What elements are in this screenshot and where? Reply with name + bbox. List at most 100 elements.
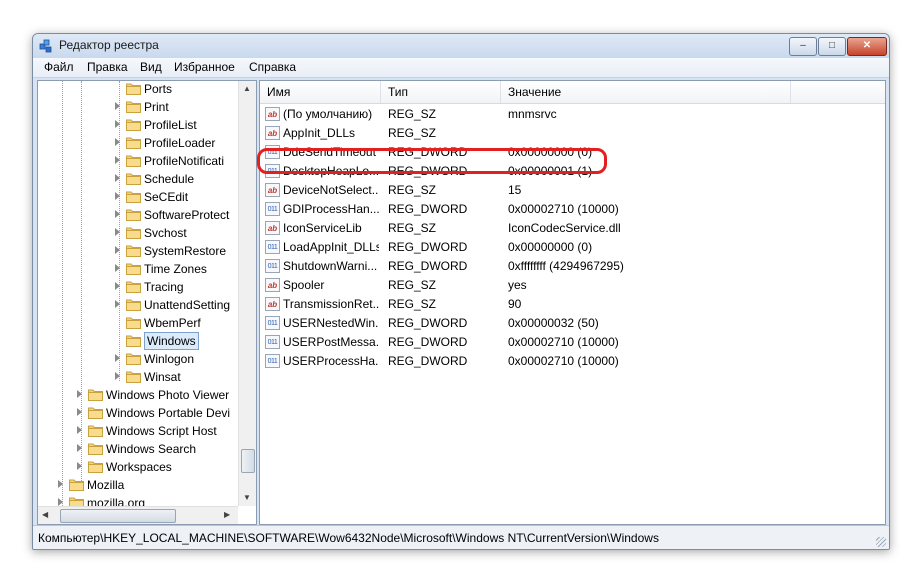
expand-arrow-icon[interactable] <box>115 156 120 164</box>
value-row[interactable]: 011 USERProcessHa... REG_DWORD 0x00002710 (… <box>260 352 885 371</box>
scroll-right-arrow-icon[interactable]: ▶ <box>224 510 230 519</box>
tree-item-label[interactable]: ProfileNotificati <box>144 154 224 168</box>
expand-arrow-icon[interactable] <box>115 192 120 200</box>
registry-editor-window: Редактор реестра – □ ✕ Файл Правка Вид И… <box>32 33 890 550</box>
window-title: Редактор реестра <box>59 38 159 52</box>
expand-arrow-icon[interactable] <box>115 228 120 236</box>
value-row[interactable]: ab Spooler REG_SZ yes <box>260 276 885 295</box>
close-button[interactable]: ✕ <box>847 37 887 56</box>
maximize-button[interactable]: □ <box>818 37 846 56</box>
expand-arrow-icon[interactable] <box>115 246 120 254</box>
expand-arrow-icon[interactable] <box>115 102 120 110</box>
value-data: IconCodecService.dll <box>508 221 621 235</box>
expand-arrow-icon[interactable] <box>115 174 120 182</box>
tree-item-label[interactable]: ProfileList <box>144 118 197 132</box>
tree-horizontal-scrollbar[interactable]: ◀ ▶ <box>38 506 238 524</box>
expand-arrow-icon[interactable] <box>58 498 63 506</box>
value-row[interactable]: 011 USERPostMessa... REG_DWORD 0x00002710 (… <box>260 333 885 352</box>
folder-icon <box>126 118 141 131</box>
tree-item-label[interactable]: Mozilla <box>87 478 124 492</box>
tree-item-label[interactable]: UnattendSetting <box>144 298 230 312</box>
column-divider[interactable] <box>790 81 791 103</box>
value-name: USERProcessHa... <box>283 354 379 368</box>
expand-arrow-icon[interactable] <box>58 480 63 488</box>
expand-arrow-icon[interactable] <box>115 264 120 272</box>
value-row[interactable]: 011 USERNestedWin... REG_DWORD 0x00000032 (… <box>260 314 885 333</box>
value-row[interactable]: ab TransmissionRet... REG_SZ 90 <box>260 295 885 314</box>
resize-grip-icon[interactable] <box>876 537 886 547</box>
title-bar[interactable]: Редактор реестра – □ ✕ <box>33 34 889 58</box>
tree-item-label[interactable]: Workspaces <box>106 460 172 474</box>
folder-icon <box>126 370 141 383</box>
tree-item-label[interactable]: Ports <box>144 82 172 96</box>
tree-item-label[interactable]: Schedule <box>144 172 194 186</box>
tree-item-label[interactable]: Tracing <box>144 280 184 294</box>
registry-path: Компьютер\HKEY_LOCAL_MACHINE\SOFTWARE\Wo… <box>38 531 659 545</box>
binary-value-icon: 011 <box>265 240 280 254</box>
tree-item-label[interactable]: Time Zones <box>144 262 207 276</box>
expand-arrow-icon[interactable] <box>77 462 82 470</box>
tree-item-label[interactable]: WbemPerf <box>144 316 201 330</box>
menu-favorites[interactable]: Избранное <box>174 60 235 74</box>
tree-item-label[interactable]: Windows Search <box>106 442 196 456</box>
minimize-button[interactable]: – <box>789 37 817 56</box>
menu-help[interactable]: Справка <box>249 60 296 74</box>
expand-arrow-icon[interactable] <box>77 444 82 452</box>
column-header-name[interactable]: Имя <box>267 85 290 99</box>
tree-item-label[interactable]: Winlogon <box>144 352 194 366</box>
registry-values-pane[interactable]: Имя Тип Значение ab (По умолчанию) REG_SZ m… <box>259 80 886 525</box>
tree-item-label[interactable]: Windows Photo Viewer <box>106 388 229 402</box>
expand-arrow-icon[interactable] <box>115 138 120 146</box>
tree-vertical-scrollbar[interactable]: ▲ ▼ <box>238 81 256 506</box>
column-divider[interactable] <box>500 81 501 103</box>
value-row[interactable]: ab (По умолчанию) REG_SZ mnmsrvc <box>260 105 885 124</box>
expand-arrow-icon[interactable] <box>115 372 120 380</box>
tree-item-label[interactable]: ProfileLoader <box>144 136 215 150</box>
expand-arrow-icon[interactable] <box>115 300 120 308</box>
column-header-type[interactable]: Тип <box>388 85 408 99</box>
tree-item-label[interactable]: Windows <box>144 332 199 350</box>
expand-arrow-icon[interactable] <box>115 210 120 218</box>
scroll-up-arrow-icon[interactable]: ▲ <box>243 84 251 93</box>
registry-tree-pane[interactable]: Ports Print ProfileList ProfileLoader Profil… <box>37 80 257 525</box>
expand-arrow-icon[interactable] <box>77 426 82 434</box>
expand-arrow-icon[interactable] <box>115 120 120 128</box>
menu-edit[interactable]: Правка <box>87 60 128 74</box>
tree-horizontal-scroll-thumb[interactable] <box>60 509 176 523</box>
value-row[interactable]: 011 GDIProcessHan... REG_DWORD 0x00002710 (… <box>260 200 885 219</box>
value-row[interactable]: ab DeviceNotSelect... REG_SZ 15 <box>260 181 885 200</box>
values-header: Имя Тип Значение <box>260 81 885 104</box>
tree-item-label[interactable]: Svchost <box>144 226 187 240</box>
column-header-data[interactable]: Значение <box>508 85 561 99</box>
binary-value-icon: 011 <box>265 335 280 349</box>
expand-arrow-icon[interactable] <box>115 354 120 362</box>
tree-item-label[interactable]: Windows Portable Devi <box>106 406 230 420</box>
value-type: REG_SZ <box>388 278 437 292</box>
value-data: 0x00002710 (10000) <box>508 354 619 368</box>
folder-icon <box>126 154 141 167</box>
value-row[interactable]: 011 ShutdownWarni... REG_DWORD 0xffffffff (… <box>260 257 885 276</box>
tree-item-label[interactable]: Print <box>144 100 169 114</box>
value-row[interactable]: ab IconServiceLib REG_SZ IconCodecService.d… <box>260 219 885 238</box>
scroll-left-arrow-icon[interactable]: ◀ <box>42 510 48 519</box>
value-row[interactable]: 011 LoadAppInit_DLLs REG_DWORD 0x00000000 (… <box>260 238 885 257</box>
tree-item-label[interactable]: Winsat <box>144 370 181 384</box>
folder-icon <box>126 190 141 203</box>
binary-value-icon: 011 <box>265 259 280 273</box>
menu-file[interactable]: Файл <box>44 60 74 74</box>
tree-item-label[interactable]: SoftwareProtect <box>144 208 229 222</box>
value-row[interactable]: ab AppInit_DLLs REG_SZ <box>260 124 885 143</box>
column-divider[interactable] <box>380 81 381 103</box>
folder-icon <box>88 406 103 419</box>
tree-item-label[interactable]: SystemRestore <box>144 244 226 258</box>
tree-item-label[interactable]: SeCEdit <box>144 190 188 204</box>
scroll-down-arrow-icon[interactable]: ▼ <box>243 493 251 502</box>
expand-arrow-icon[interactable] <box>77 390 82 398</box>
tree-item-label[interactable]: Windows Script Host <box>106 424 217 438</box>
tree-vertical-scroll-thumb[interactable] <box>241 449 255 473</box>
value-type: REG_DWORD <box>388 335 468 349</box>
expand-arrow-icon[interactable] <box>77 408 82 416</box>
expand-arrow-icon[interactable] <box>115 282 120 290</box>
menu-view[interactable]: Вид <box>140 60 162 74</box>
value-type: REG_SZ <box>388 126 437 140</box>
